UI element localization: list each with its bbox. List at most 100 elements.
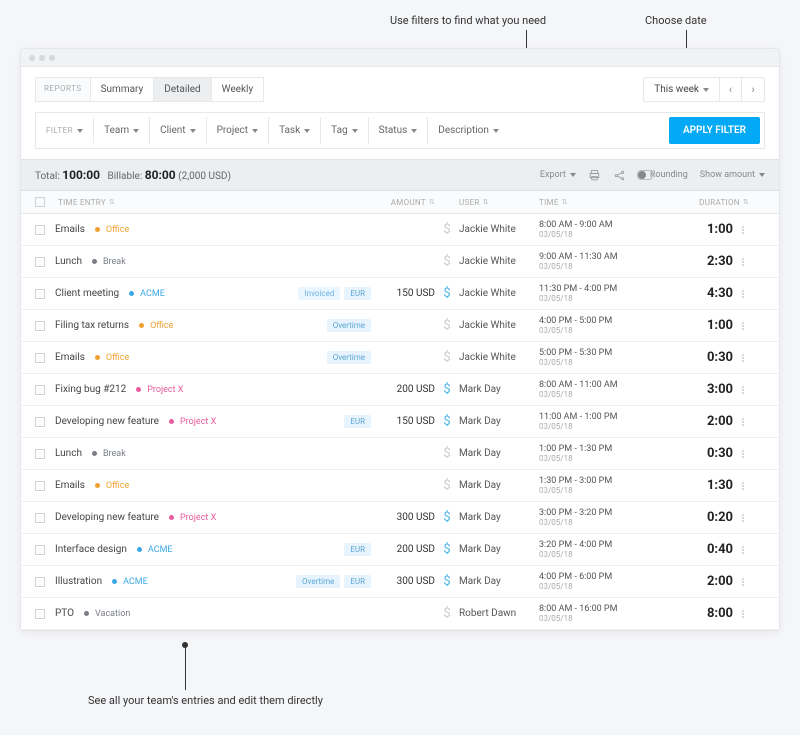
row-more-icon[interactable] — [737, 354, 749, 362]
row-checkbox[interactable] — [35, 545, 45, 555]
table-row[interactable]: IllustrationACMEOvertimeEUR300 USD$Mark … — [21, 566, 779, 598]
billable-icon[interactable]: $ — [443, 286, 450, 301]
th-time-entry[interactable]: TIME ENTRY — [58, 198, 106, 207]
caret-down-icon — [133, 129, 139, 133]
entry-description: Developing new feature — [55, 416, 159, 427]
date-range-button[interactable]: This week — [644, 78, 720, 101]
tag-badge: EUR — [344, 415, 371, 428]
sort-icon: ⇅ — [109, 198, 115, 206]
tab-detailed[interactable]: Detailed — [154, 77, 211, 102]
row-more-icon[interactable] — [737, 514, 749, 522]
row-checkbox[interactable] — [35, 417, 45, 427]
row-checkbox[interactable] — [35, 385, 45, 395]
user-name: Jackie White — [459, 224, 516, 235]
billable-icon[interactable]: $ — [443, 574, 450, 589]
project-name: Office — [150, 321, 173, 331]
user-name: Jackie White — [459, 256, 516, 267]
billable-icon[interactable]: $ — [443, 606, 450, 621]
apply-filter-button[interactable]: APPLY FILTER — [669, 117, 760, 144]
row-checkbox[interactable] — [35, 449, 45, 459]
project-dot-icon — [92, 259, 97, 264]
table-row[interactable]: Filing tax returnsOfficeOvertime$Jackie … — [21, 310, 779, 342]
table-row[interactable]: LunchBreak$Jackie White9:00 AM - 11:30 A… — [21, 246, 779, 278]
time-date: 03/05/18 — [539, 550, 573, 559]
filter-task[interactable]: Task — [269, 117, 321, 144]
user-name: Mark Day — [459, 544, 501, 555]
share-button[interactable] — [613, 169, 626, 182]
time-range: 8:00 AM - 11:00 AM — [539, 380, 618, 390]
user-name: Mark Day — [459, 576, 501, 587]
show-amount-button[interactable]: Show amount — [700, 170, 765, 180]
table-row[interactable]: Fixing bug #212Project X200 USD$Mark Day… — [21, 374, 779, 406]
billable-icon[interactable]: $ — [443, 254, 450, 269]
billable-icon[interactable]: $ — [443, 222, 450, 237]
row-checkbox[interactable] — [35, 321, 45, 331]
project-dot-icon — [169, 419, 174, 424]
filter-tag[interactable]: Tag — [321, 117, 368, 144]
row-checkbox[interactable] — [35, 289, 45, 299]
duration-value: 1:30 — [707, 478, 733, 493]
table-row[interactable]: Developing new featureProject XEUR150 US… — [21, 406, 779, 438]
select-all-checkbox[interactable] — [35, 197, 45, 207]
tab-weekly[interactable]: Weekly — [212, 77, 265, 102]
row-checkbox[interactable] — [35, 609, 45, 619]
table-row[interactable]: EmailsOffice$Jackie White8:00 AM - 9:00 … — [21, 214, 779, 246]
billable-icon[interactable]: $ — [443, 382, 450, 397]
table-row[interactable]: Developing new featureProject X300 USD$M… — [21, 502, 779, 534]
row-checkbox[interactable] — [35, 481, 45, 491]
date-range-label: This week — [654, 84, 699, 95]
rounding-toggle[interactable]: Rounding — [638, 170, 688, 180]
amount-value: 200 USD — [375, 384, 435, 395]
billable-icon[interactable]: $ — [443, 414, 450, 429]
filter-team[interactable]: Team — [94, 117, 150, 144]
row-more-icon[interactable] — [737, 578, 749, 586]
tag-badge: EUR — [344, 287, 371, 300]
row-more-icon[interactable] — [737, 290, 749, 298]
billable-icon[interactable]: $ — [443, 510, 450, 525]
filter-description[interactable]: Description — [428, 117, 509, 144]
date-prev-button[interactable]: ‹ — [720, 78, 742, 101]
billable-icon[interactable]: $ — [443, 350, 450, 365]
table-row[interactable]: EmailsOfficeOvertime$Jackie White5:00 PM… — [21, 342, 779, 374]
window-dot-icon — [39, 55, 45, 61]
th-amount[interactable]: AMOUNT — [391, 198, 426, 207]
th-time[interactable]: TIME — [539, 198, 559, 207]
billable-icon[interactable]: $ — [443, 318, 450, 333]
row-more-icon[interactable] — [737, 226, 749, 234]
row-more-icon[interactable] — [737, 258, 749, 266]
project-name: Office — [106, 481, 129, 491]
print-button[interactable] — [588, 169, 601, 182]
row-more-icon[interactable] — [737, 610, 749, 618]
row-checkbox[interactable] — [35, 577, 45, 587]
row-more-icon[interactable] — [737, 450, 749, 458]
row-more-icon[interactable] — [737, 322, 749, 330]
duration-value: 2:00 — [707, 414, 733, 429]
th-duration[interactable]: DURATION — [699, 198, 740, 207]
filter-project[interactable]: Project — [207, 117, 270, 144]
table-row[interactable]: PTOVacation$Robert Dawn8:00 AM - 16:00 P… — [21, 598, 779, 630]
row-checkbox[interactable] — [35, 257, 45, 267]
row-checkbox[interactable] — [35, 353, 45, 363]
export-button[interactable]: Export — [540, 170, 576, 180]
row-more-icon[interactable] — [737, 482, 749, 490]
row-more-icon[interactable] — [737, 386, 749, 394]
billable-icon[interactable]: $ — [443, 478, 450, 493]
filter-client[interactable]: Client — [150, 117, 206, 144]
table-row[interactable]: LunchBreak$Mark Day1:00 PM - 1:30 PM03/0… — [21, 438, 779, 470]
date-next-button[interactable]: › — [742, 78, 764, 101]
user-name: Mark Day — [459, 448, 501, 459]
billable-icon[interactable]: $ — [443, 542, 450, 557]
row-more-icon[interactable] — [737, 418, 749, 426]
table-row[interactable]: Client meetingACMEInvoicedEUR150 USD$Jac… — [21, 278, 779, 310]
billable-icon[interactable]: $ — [443, 446, 450, 461]
filter-status[interactable]: Status — [369, 117, 429, 144]
table-row[interactable]: EmailsOffice$Mark Day1:30 PM - 3:00 PM03… — [21, 470, 779, 502]
row-checkbox[interactable] — [35, 513, 45, 523]
row-more-icon[interactable] — [737, 546, 749, 554]
billable-value: 80:00 — [145, 168, 176, 182]
row-checkbox[interactable] — [35, 225, 45, 235]
sort-icon: ⇅ — [743, 198, 749, 206]
tab-summary[interactable]: Summary — [91, 77, 155, 102]
th-user[interactable]: USER — [459, 198, 480, 207]
table-row[interactable]: Interface designACMEEUR200 USD$Mark Day3… — [21, 534, 779, 566]
